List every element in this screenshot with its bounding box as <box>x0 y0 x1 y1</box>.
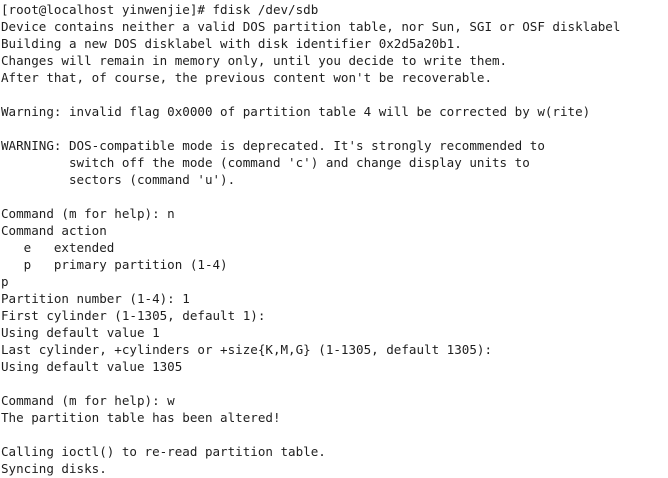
command-prompt-line: Command (m for help): w <box>1 393 175 408</box>
output-line: Calling ioctl() to re-read partition tab… <box>1 444 326 459</box>
menu-option-line: p primary partition (1-4) <box>1 257 228 272</box>
output-line: Last cylinder, +cylinders or +size{K,M,G… <box>1 342 493 357</box>
output-line: First cylinder (1-1305, default 1): <box>1 308 266 323</box>
warning-line: WARNING: DOS-compatible mode is deprecat… <box>1 138 545 153</box>
menu-option-line: e extended <box>1 240 115 255</box>
output-line: Partition number (1-4): 1 <box>1 291 190 306</box>
output-line: Building a new DOS disklabel with disk i… <box>1 36 462 51</box>
warning-line: sectors (command 'u'). <box>1 172 236 187</box>
warning-line: Warning: invalid flag 0x0000 of partitio… <box>1 104 591 119</box>
output-line: Device contains neither a valid DOS part… <box>1 19 621 34</box>
user-input-line: p <box>1 274 9 289</box>
output-line: Using default value 1 <box>1 325 160 340</box>
output-line: Changes will remain in memory only, unti… <box>1 53 508 68</box>
output-line: Syncing disks. <box>1 461 107 476</box>
output-line: The partition table has been altered! <box>1 410 281 425</box>
output-line: Command action <box>1 223 107 238</box>
output-line: After that, of course, the previous cont… <box>1 70 493 85</box>
command-prompt-line: Command (m for help): n <box>1 206 175 221</box>
output-line: Using default value 1305 <box>1 359 183 374</box>
warning-line: switch off the mode (command 'c') and ch… <box>1 155 530 170</box>
prompt-line: [root@localhost yinwenjie]# fdisk /dev/s… <box>1 2 319 17</box>
terminal-window[interactable]: [root@localhost yinwenjie]# fdisk /dev/s… <box>0 0 668 478</box>
